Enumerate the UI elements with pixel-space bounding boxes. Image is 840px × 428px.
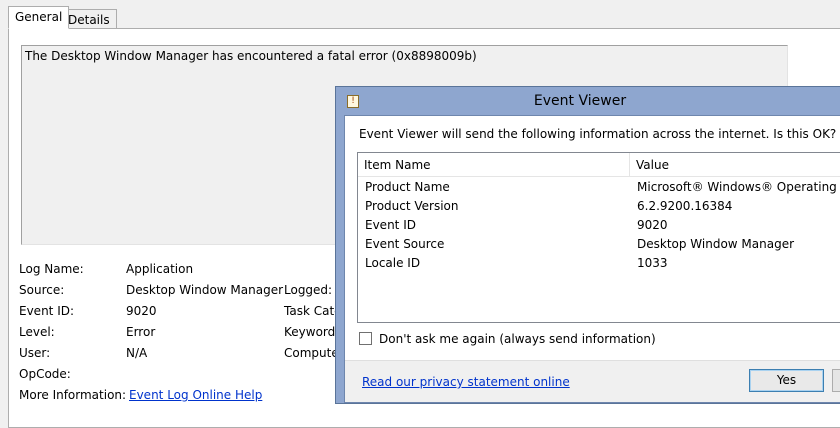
tab-general[interactable]: General	[8, 6, 70, 29]
log-name-label: Log Name:	[19, 262, 84, 276]
tab-details-label: Details	[68, 13, 110, 27]
user-label: User:	[19, 346, 51, 360]
dialog-footer: Read our privacy statement online Yes	[345, 360, 840, 402]
dialog-title: Event Viewer	[533, 93, 627, 109]
dialog-question: Event Viewer will send the following inf…	[359, 127, 837, 141]
row-name: Product Name	[365, 180, 450, 194]
computer-label: Compute	[284, 346, 339, 360]
level-value: Error	[126, 325, 156, 339]
event-id-label: Event ID:	[19, 304, 75, 318]
column-header-item-name[interactable]: Item Name	[358, 153, 630, 177]
dont-ask-again-checkbox[interactable]	[359, 332, 372, 345]
row-value: Desktop Window Manager	[637, 237, 795, 251]
event-viewer-dialog: ! Event Viewer Event Viewer will send th…	[335, 86, 840, 404]
row-value: 9020	[637, 218, 668, 232]
event-message-text: The Desktop Window Manager has encounter…	[25, 49, 477, 63]
row-name: Product Version	[365, 199, 459, 213]
event-id-value: 9020	[126, 304, 157, 318]
no-button[interactable]	[832, 369, 840, 392]
dont-ask-again-label[interactable]: Don't ask me again (always send informat…	[379, 332, 656, 346]
column-header-value[interactable]: Value	[630, 153, 840, 177]
row-value: 1033	[637, 256, 668, 270]
source-value: Desktop Window Manager	[126, 283, 284, 297]
event-log-help-link[interactable]: Event Log Online Help	[129, 388, 262, 402]
column-header-item-name-label: Item Name	[364, 158, 431, 172]
yes-button-label: Yes	[776, 373, 797, 387]
source-label: Source:	[19, 283, 65, 297]
logged-label: Logged:	[284, 283, 333, 297]
dialog-titlebar[interactable]: ! Event Viewer	[336, 87, 840, 115]
tab-general-label: General	[15, 10, 63, 24]
privacy-statement-link[interactable]: Read our privacy statement online	[362, 375, 570, 389]
level-label: Level:	[19, 325, 55, 339]
dialog-client-area: Event Viewer will send the following inf…	[344, 115, 840, 403]
tab-details[interactable]: Details	[61, 9, 117, 29]
task-category-label: Task Cate	[284, 304, 342, 318]
yes-button[interactable]: Yes	[749, 369, 824, 392]
info-list[interactable]: Item Name Value Product Name Microsoft® …	[357, 152, 840, 323]
opcode-label: OpCode:	[19, 367, 71, 381]
user-value: N/A	[126, 346, 148, 360]
column-header-value-label: Value	[636, 158, 669, 172]
keywords-label: Keywords	[284, 325, 342, 339]
row-value: 6.2.9200.16384	[637, 199, 733, 213]
row-name: Event ID	[365, 218, 416, 232]
row-name: Event Source	[365, 237, 445, 251]
more-info-label: More Information:	[19, 388, 127, 402]
log-name-value: Application	[126, 262, 194, 276]
row-name: Locale ID	[365, 256, 421, 270]
row-value: Microsoft® Windows® Operating Syst	[637, 180, 840, 194]
